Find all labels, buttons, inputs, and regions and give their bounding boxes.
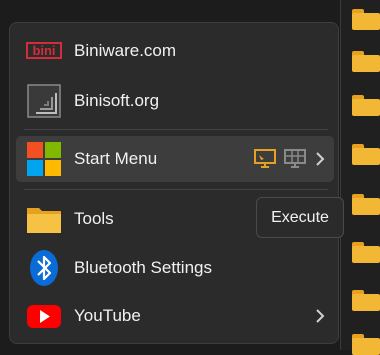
windows-logo-icon bbox=[24, 139, 64, 179]
folder-icon bbox=[24, 199, 64, 239]
desktop-folder-icon[interactable] bbox=[352, 241, 380, 263]
desktop-folder-icon[interactable] bbox=[352, 193, 380, 215]
desktop-folder-icon[interactable] bbox=[352, 333, 380, 355]
desktop-folder-icon[interactable] bbox=[352, 289, 380, 311]
menu-item-label: Biniware.com bbox=[74, 41, 177, 60]
menu-item-label: Tools bbox=[74, 209, 114, 228]
execute-icon[interactable] bbox=[252, 146, 278, 172]
menu-item-biniware[interactable]: bini Biniware.com bbox=[16, 28, 334, 74]
grid-icon[interactable] bbox=[282, 146, 308, 172]
desktop-divider bbox=[340, 0, 341, 350]
menu-separator bbox=[24, 189, 328, 190]
chevron-right-icon bbox=[314, 151, 326, 167]
menu-item-binisoft[interactable]: Binisoft.org bbox=[16, 78, 334, 124]
menu-item-youtube[interactable]: YouTube bbox=[16, 293, 334, 339]
desktop-folder-icon[interactable] bbox=[352, 143, 380, 165]
chevron-right-icon bbox=[314, 308, 326, 324]
tooltip: Execute bbox=[256, 197, 344, 238]
desktop-folder-icon[interactable] bbox=[352, 94, 380, 116]
menu-item-label: YouTube bbox=[74, 306, 141, 325]
binisoft-logo-icon bbox=[24, 81, 64, 121]
menu-item-bluetooth-settings[interactable]: Bluetooth Settings bbox=[16, 245, 334, 291]
bluetooth-icon bbox=[24, 248, 64, 288]
context-menu: bini Biniware.com Binisoft.org Start Men… bbox=[9, 22, 339, 344]
menu-item-label: Bluetooth Settings bbox=[74, 258, 212, 277]
desktop-folder-icon[interactable] bbox=[352, 50, 380, 72]
youtube-icon bbox=[24, 296, 64, 336]
menu-item-label: Binisoft.org bbox=[74, 91, 160, 110]
desktop-folder-icon[interactable] bbox=[352, 8, 380, 30]
svg-text:bini: bini bbox=[32, 43, 55, 58]
menu-separator bbox=[24, 129, 328, 130]
menu-item-label: Start Menu bbox=[74, 149, 158, 168]
menu-item-start-menu[interactable]: Start Menu bbox=[16, 136, 334, 182]
biniware-logo-icon: bini bbox=[24, 31, 64, 71]
